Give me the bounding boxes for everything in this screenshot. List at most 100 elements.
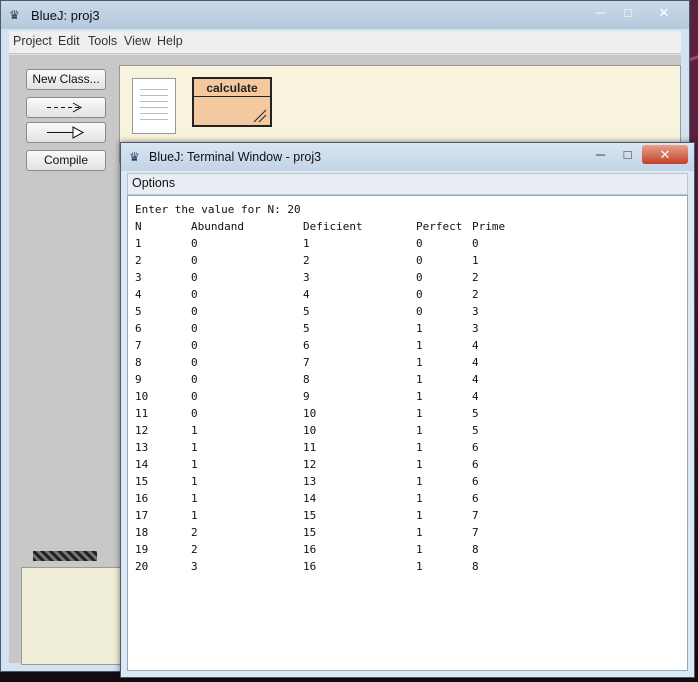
table-cell: 0 [416,288,423,301]
table-cell: 4 [472,356,479,369]
table-cell: 12 [135,424,149,437]
table-cell: 6 [472,475,479,488]
table-cell: 4 [472,373,479,386]
table-cell: 1 [135,237,142,250]
uses-arrow-button[interactable] [26,97,106,118]
terminal-close-button[interactable]: ✕ [642,145,688,164]
table-cell: 0 [416,305,423,318]
table-cell: 0 [191,271,198,284]
table-cell: 12 [303,458,317,471]
menu-edit[interactable]: Edit [58,34,80,48]
table-cell: 11 [303,441,317,454]
table-cell: 3 [472,305,479,318]
terminal-output[interactable]: Enter the value for N: 20 N Abundand Def… [127,195,688,671]
maximize-button[interactable]: □ [615,3,641,22]
table-cell: 5 [303,305,310,318]
table-cell: 1 [416,458,423,471]
table-cell: 1 [191,441,198,454]
table-cell: 0 [191,254,198,267]
table-cell: 16 [303,543,317,556]
table-cell: 0 [416,254,423,267]
table-cell: 1 [416,526,423,539]
table-cell: 17 [135,509,149,522]
table-cell: 9 [135,373,142,386]
table-cell: 0 [191,390,198,403]
class-calculate[interactable]: calculate [192,77,272,127]
menu-project[interactable]: Project [13,34,52,48]
table-cell: 10 [135,390,149,403]
maximize-icon: □ [624,5,632,20]
compile-button[interactable]: Compile [26,150,106,171]
terminal-window: ♛ BlueJ: Terminal Window - proj3 ─ □ ✕ O… [120,142,695,678]
bluej-icon: ♛ [129,150,140,164]
inherits-arrow-button[interactable] [26,122,106,143]
table-cell: 1 [416,492,423,505]
close-button[interactable]: ✕ [641,3,687,22]
table-cell: 1 [416,407,423,420]
table-cell: 14 [135,458,149,471]
maximize-icon: □ [623,147,632,162]
table-cell: 3 [135,271,142,284]
terminal-menubar: Options [127,173,688,195]
table-cell: 4 [303,288,310,301]
menu-tools[interactable]: Tools [88,34,117,48]
table-cell: 8 [472,560,479,573]
terminal-maximize-button[interactable]: □ [615,145,640,164]
object-bench-divider[interactable] [33,551,97,561]
table-cell: 5 [303,322,310,335]
table-cell: 0 [416,237,423,250]
menu-help[interactable]: Help [157,34,183,48]
table-cell: 6 [303,339,310,352]
minimize-button[interactable]: ─ [587,3,615,22]
table-cell: 1 [191,492,198,505]
table-cell: 16 [303,560,317,573]
menu-view[interactable]: View [124,34,151,48]
table-cell: 1 [416,424,423,437]
object-bench [21,567,133,665]
new-class-button[interactable]: New Class... [26,69,106,90]
solid-arrow-icon [47,126,85,139]
table-cell: 1 [416,475,423,488]
table-cell: 0 [191,322,198,335]
table-cell: 1 [416,356,423,369]
table-cell: 2 [135,254,142,267]
table-cell: 19 [135,543,149,556]
table-cell: 3 [191,560,198,573]
header-n: N [135,220,142,233]
table-cell: 15 [303,509,317,522]
table-cell: 8 [472,543,479,556]
table-cell: 6 [472,441,479,454]
table-cell: 1 [472,254,479,267]
table-cell: 1 [191,458,198,471]
main-title-bar[interactable]: ♛ BlueJ: proj3 ─ □ ✕ [1,1,689,29]
table-cell: 0 [191,356,198,369]
table-cell: 5 [135,305,142,318]
table-cell: 7 [472,526,479,539]
table-cell: 4 [472,390,479,403]
table-cell: 7 [303,356,310,369]
readme-file-icon[interactable] [132,78,176,134]
table-cell: 16 [135,492,149,505]
bluej-icon: ♛ [9,8,20,22]
main-menubar: Project Edit Tools View Help [9,31,681,54]
table-cell: 0 [191,339,198,352]
table-cell: 0 [472,237,479,250]
terminal-minimize-button[interactable]: ─ [588,145,613,164]
terminal-title-bar[interactable]: ♛ BlueJ: Terminal Window - proj3 ─ □ ✕ [121,143,694,171]
table-cell: 1 [416,441,423,454]
table-cell: 15 [303,526,317,539]
hatch-icon [253,109,267,123]
table-cell: 1 [416,560,423,573]
table-cell: 0 [191,288,198,301]
table-cell: 1 [191,475,198,488]
table-cell: 0 [416,271,423,284]
table-cell: 6 [472,492,479,505]
close-icon: ✕ [658,5,670,20]
table-cell: 13 [135,441,149,454]
table-cell: 5 [472,407,479,420]
table-cell: 1 [416,543,423,556]
minimize-icon: ─ [595,147,606,162]
header-deficient: Deficient [303,220,363,233]
table-cell: 6 [135,322,142,335]
menu-options[interactable]: Options [132,176,175,190]
